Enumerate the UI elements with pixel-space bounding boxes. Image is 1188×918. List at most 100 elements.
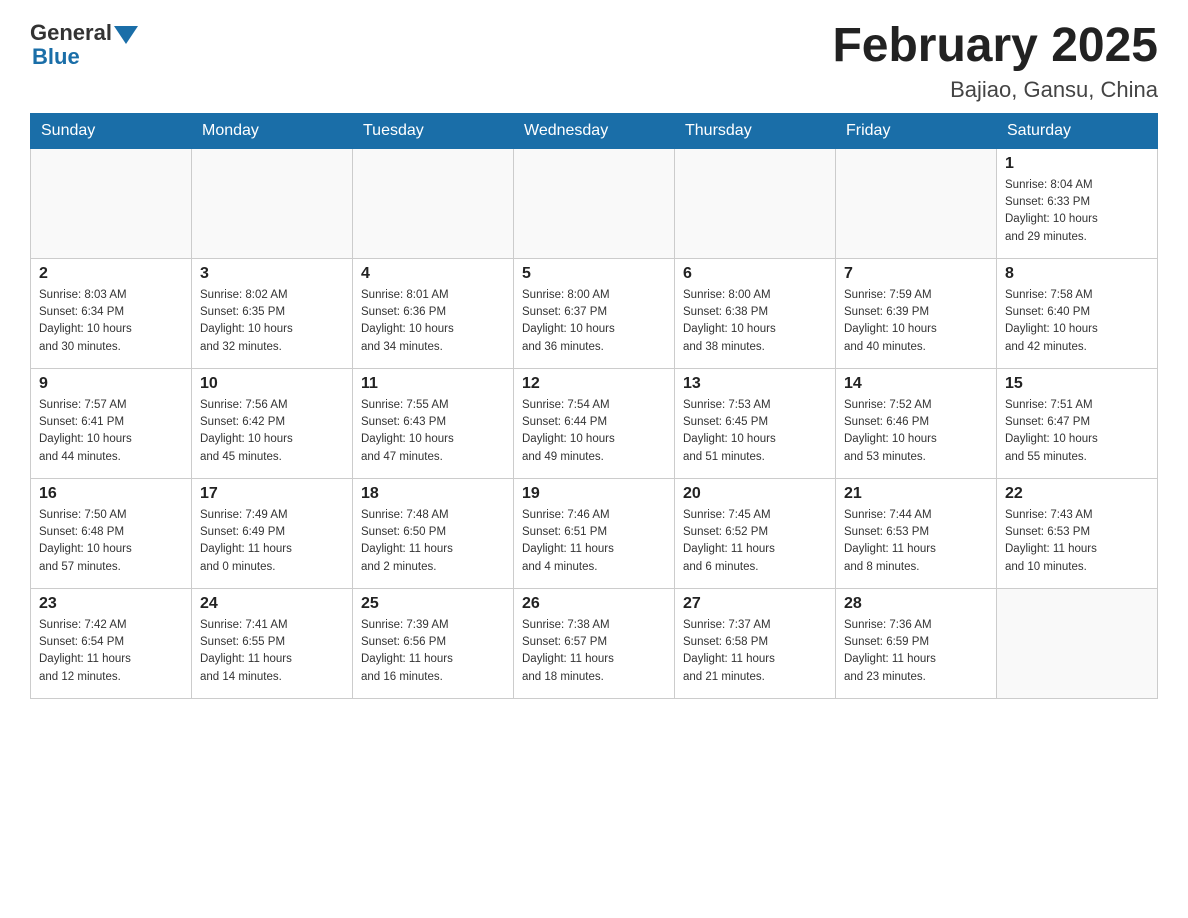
calendar-cell: 16Sunrise: 7:50 AM Sunset: 6:48 PM Dayli… [31, 478, 192, 588]
calendar-cell: 24 Sunrise: 7:41 AM Sunset: 6:55 PM Dayli… [192, 588, 353, 698]
day-of-week-header: Tuesday [353, 113, 514, 148]
day-number: 3 [200, 265, 344, 283]
calendar-cell: 2 Sunrise: 8:03 AM Sunset: 6:34 PM Daylig… [31, 258, 192, 368]
day-number: 16 [39, 485, 183, 503]
calendar-cell: 12Sunrise: 7:54 AM Sunset: 6:44 PM Dayli… [514, 368, 675, 478]
day-info: Sunrise: 7:39 AM Sunset: 6:56 PM Dayligh… [361, 617, 505, 686]
calendar-cell: 19Sunrise: 7:46 AM Sunset: 6:51 PM Dayli… [514, 478, 675, 588]
calendar-cell: 13 Sunrise: 7:53 AM Sunset: 6:45 PM Dayli… [675, 368, 836, 478]
calendar-cell: 14Sunrise: 7:52 AM Sunset: 6:46 PM Dayli… [836, 368, 997, 478]
day-number: 27 [683, 595, 827, 613]
calendar-cell: 23 Sunrise: 7:42 AM Sunset: 6:54 PM Dayli… [31, 588, 192, 698]
calendar-cell [514, 148, 675, 258]
day-of-week-header: Saturday [997, 113, 1158, 148]
day-info: Sunrise: 7:51 AM Sunset: 6:47 PM Dayligh… [1005, 397, 1149, 466]
day-number: 11 [361, 375, 505, 393]
logo-general-text: General [30, 20, 112, 46]
day-of-week-header: Friday [836, 113, 997, 148]
calendar-cell [997, 588, 1158, 698]
calendar-cell [836, 148, 997, 258]
day-info: Sunrise: 8:00 AM Sunset: 6:38 PM Dayligh… [683, 287, 827, 356]
day-of-week-header: Thursday [675, 113, 836, 148]
day-info: Sunrise: 7:55 AM Sunset: 6:43 PM Dayligh… [361, 397, 505, 466]
day-info: Sunrise: 7:46 AM Sunset: 6:51 PM Dayligh… [522, 507, 666, 576]
day-info: Sunrise: 7:43 AM Sunset: 6:53 PM Dayligh… [1005, 507, 1149, 576]
day-info: Sunrise: 7:53 AM Sunset: 6:45 PM Dayligh… [683, 397, 827, 466]
day-number: 7 [844, 265, 988, 283]
day-number: 20 [683, 485, 827, 503]
day-info: Sunrise: 7:54 AM Sunset: 6:44 PM Dayligh… [522, 397, 666, 466]
day-info: Sunrise: 7:36 AM Sunset: 6:59 PM Dayligh… [844, 617, 988, 686]
day-info: Sunrise: 8:04 AM Sunset: 6:33 PM Dayligh… [1005, 177, 1149, 246]
calendar-cell: 20 Sunrise: 7:45 AM Sunset: 6:52 PM Dayli… [675, 478, 836, 588]
day-info: Sunrise: 8:02 AM Sunset: 6:35 PM Dayligh… [200, 287, 344, 356]
day-info: Sunrise: 7:42 AM Sunset: 6:54 PM Dayligh… [39, 617, 183, 686]
day-info: Sunrise: 8:03 AM Sunset: 6:34 PM Dayligh… [39, 287, 183, 356]
day-of-week-header: Sunday [31, 113, 192, 148]
day-number: 18 [361, 485, 505, 503]
calendar-cell: 6 Sunrise: 8:00 AM Sunset: 6:38 PM Daylig… [675, 258, 836, 368]
day-number: 8 [1005, 265, 1149, 283]
calendar-cell: 4 Sunrise: 8:01 AM Sunset: 6:36 PM Daylig… [353, 258, 514, 368]
calendar-week-row: 2 Sunrise: 8:03 AM Sunset: 6:34 PM Daylig… [31, 258, 1158, 368]
calendar-week-row: 9 Sunrise: 7:57 AM Sunset: 6:41 PM Daylig… [31, 368, 1158, 478]
calendar-cell: 11 Sunrise: 7:55 AM Sunset: 6:43 PM Dayli… [353, 368, 514, 478]
day-number: 25 [361, 595, 505, 613]
day-number: 9 [39, 375, 183, 393]
calendar-subtitle: Bajiao, Gansu, China [832, 77, 1158, 103]
page-header: General Blue February 2025 Bajiao, Gansu… [30, 20, 1158, 103]
day-info: Sunrise: 7:52 AM Sunset: 6:46 PM Dayligh… [844, 397, 988, 466]
calendar-cell [31, 148, 192, 258]
day-number: 13 [683, 375, 827, 393]
day-number: 26 [522, 595, 666, 613]
calendar-cell [675, 148, 836, 258]
day-info: Sunrise: 7:49 AM Sunset: 6:49 PM Dayligh… [200, 507, 344, 576]
calendar-cell [192, 148, 353, 258]
day-info: Sunrise: 8:01 AM Sunset: 6:36 PM Dayligh… [361, 287, 505, 356]
day-info: Sunrise: 7:48 AM Sunset: 6:50 PM Dayligh… [361, 507, 505, 576]
day-number: 15 [1005, 375, 1149, 393]
calendar-cell: 1 Sunrise: 8:04 AM Sunset: 6:33 PM Daylig… [997, 148, 1158, 258]
calendar-week-row: 1 Sunrise: 8:04 AM Sunset: 6:33 PM Daylig… [31, 148, 1158, 258]
calendar-cell: 5 Sunrise: 8:00 AM Sunset: 6:37 PM Daylig… [514, 258, 675, 368]
day-info: Sunrise: 7:41 AM Sunset: 6:55 PM Dayligh… [200, 617, 344, 686]
calendar-week-row: 16Sunrise: 7:50 AM Sunset: 6:48 PM Dayli… [31, 478, 1158, 588]
calendar-cell: 28 Sunrise: 7:36 AM Sunset: 6:59 PM Dayli… [836, 588, 997, 698]
calendar-cell: 10Sunrise: 7:56 AM Sunset: 6:42 PM Dayli… [192, 368, 353, 478]
calendar-cell: 25 Sunrise: 7:39 AM Sunset: 6:56 PM Dayli… [353, 588, 514, 698]
calendar-cell: 27 Sunrise: 7:37 AM Sunset: 6:58 PM Dayli… [675, 588, 836, 698]
day-number: 6 [683, 265, 827, 283]
calendar-table: SundayMondayTuesdayWednesdayThursdayFrid… [30, 113, 1158, 699]
day-info: Sunrise: 7:57 AM Sunset: 6:41 PM Dayligh… [39, 397, 183, 466]
day-number: 10 [200, 375, 344, 393]
day-info: Sunrise: 7:45 AM Sunset: 6:52 PM Dayligh… [683, 507, 827, 576]
day-number: 1 [1005, 155, 1149, 173]
day-info: Sunrise: 7:58 AM Sunset: 6:40 PM Dayligh… [1005, 287, 1149, 356]
day-info: Sunrise: 8:00 AM Sunset: 6:37 PM Dayligh… [522, 287, 666, 356]
day-number: 22 [1005, 485, 1149, 503]
day-number: 21 [844, 485, 988, 503]
logo-blue-text: Blue [32, 44, 80, 70]
calendar-cell: 21 Sunrise: 7:44 AM Sunset: 6:53 PM Dayli… [836, 478, 997, 588]
day-number: 2 [39, 265, 183, 283]
day-number: 23 [39, 595, 183, 613]
day-number: 28 [844, 595, 988, 613]
calendar-cell: 18 Sunrise: 7:48 AM Sunset: 6:50 PM Dayli… [353, 478, 514, 588]
title-section: February 2025 Bajiao, Gansu, China [832, 20, 1158, 103]
day-number: 4 [361, 265, 505, 283]
day-info: Sunrise: 7:59 AM Sunset: 6:39 PM Dayligh… [844, 287, 988, 356]
day-number: 24 [200, 595, 344, 613]
calendar-cell: 22 Sunrise: 7:43 AM Sunset: 6:53 PM Dayli… [997, 478, 1158, 588]
calendar-cell: 8 Sunrise: 7:58 AM Sunset: 6:40 PM Daylig… [997, 258, 1158, 368]
day-of-week-header: Wednesday [514, 113, 675, 148]
logo: General Blue [30, 20, 138, 70]
calendar-cell [353, 148, 514, 258]
day-of-week-header: Monday [192, 113, 353, 148]
calendar-cell: 3 Sunrise: 8:02 AM Sunset: 6:35 PM Daylig… [192, 258, 353, 368]
day-info: Sunrise: 7:44 AM Sunset: 6:53 PM Dayligh… [844, 507, 988, 576]
day-number: 5 [522, 265, 666, 283]
logo-arrow-icon [114, 26, 138, 44]
day-info: Sunrise: 7:37 AM Sunset: 6:58 PM Dayligh… [683, 617, 827, 686]
calendar-title: February 2025 [832, 20, 1158, 73]
calendar-cell: 26Sunrise: 7:38 AM Sunset: 6:57 PM Dayli… [514, 588, 675, 698]
